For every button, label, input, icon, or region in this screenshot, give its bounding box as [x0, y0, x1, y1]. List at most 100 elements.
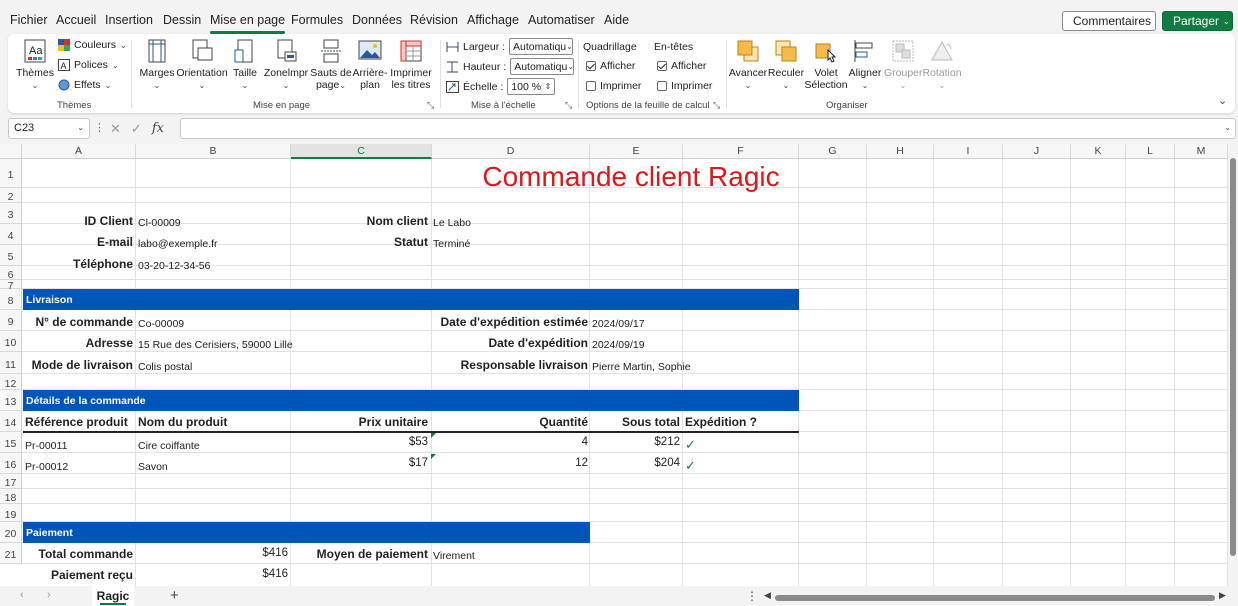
dialog-launcher-icon[interactable]: ⤡ [713, 100, 720, 111]
row-header-9[interactable]: 9 [0, 310, 22, 331]
row-header-6[interactable]: 6 [0, 266, 22, 281]
row-header-16[interactable]: 16 [0, 453, 22, 474]
col-header-ref[interactable]: Référence produit [25, 415, 128, 429]
column-header-m[interactable]: M [1175, 144, 1228, 159]
cancel-icon[interactable]: ✕ [110, 121, 121, 137]
column-header-e[interactable]: E [590, 144, 683, 159]
prev-sheet-icon[interactable]: ‹ [20, 589, 24, 601]
row-header-10[interactable]: 10 [0, 331, 22, 352]
dialog-launcher-icon[interactable]: ⤡ [427, 100, 434, 111]
column-header-d[interactable]: D [432, 144, 590, 159]
row-header-20[interactable]: 20 [0, 522, 22, 543]
row-header-4[interactable]: 4 [0, 224, 22, 245]
item-2-ref[interactable]: Pr-00012 [25, 461, 68, 473]
column-header-l[interactable]: L [1126, 144, 1175, 159]
row-header-14[interactable]: 14 [0, 411, 22, 432]
section-header-details[interactable]: Détails de la commande [23, 390, 799, 411]
row-header-8[interactable]: 8 [0, 289, 22, 310]
column-header-c[interactable]: C [291, 144, 432, 159]
background-button[interactable]: Arrière-plan [352, 38, 388, 91]
selection-pane-button[interactable]: Volet Sélection [804, 38, 848, 91]
scroll-right-icon[interactable]: ▶ [1219, 590, 1226, 601]
row-header-7[interactable]: 7 [0, 280, 22, 291]
order-total-value[interactable]: $416 [138, 547, 288, 559]
comments-button[interactable]: Commentaires [1062, 11, 1156, 31]
tab-dessin[interactable]: Dessin [163, 13, 201, 27]
row-header-5[interactable]: 5 [0, 245, 22, 266]
margins-button[interactable]: Marges ⌄ [139, 38, 175, 92]
row-header-2[interactable]: 2 [0, 188, 22, 203]
email-value[interactable]: labo@exemple.fr [138, 238, 218, 250]
tab-revision[interactable]: Révision [410, 13, 458, 27]
payment-method-label[interactable]: Moyen de paiement [292, 547, 428, 561]
item-1-price[interactable]: $53 [292, 436, 428, 448]
rotate-button[interactable]: Rotation ⌄ [922, 38, 962, 92]
tab-aide[interactable]: Aide [604, 13, 629, 27]
bring-forward-button[interactable]: Avancer ⌄ [728, 38, 768, 92]
ship-date-label[interactable]: Date d'expédition [432, 336, 588, 350]
column-header-g[interactable]: G [799, 144, 867, 159]
delivery-manager-value[interactable]: Pierre Martin, Sophie [592, 361, 691, 373]
height-select[interactable]: Automatiqu ⌄ [510, 58, 575, 75]
item-2-subtotal[interactable]: $204 [590, 457, 680, 469]
group-objects-button[interactable]: Grouper ⌄ [884, 38, 923, 92]
tab-insertion[interactable]: Insertion [105, 13, 153, 27]
headings-print-checkbox[interactable]: Imprimer [657, 80, 712, 92]
delivery-mode-value[interactable]: Colis postal [138, 361, 192, 373]
phone-label[interactable]: Téléphone [23, 257, 133, 271]
payment-method-value[interactable]: Virement [433, 550, 475, 562]
item-2-name[interactable]: Savon [138, 461, 168, 473]
col-header-qty[interactable]: Quantité [432, 415, 588, 429]
col-header-name[interactable]: Nom du produit [138, 415, 227, 429]
client-name-value[interactable]: Le Labo [433, 217, 471, 229]
tab-accueil[interactable]: Accueil [56, 13, 96, 27]
address-value[interactable]: 15 Rue des Cerisiers, 59000 Lille [138, 339, 293, 351]
est-ship-date-label[interactable]: Date d'expédition estimée [432, 315, 588, 329]
headings-view-checkbox[interactable]: Afficher [657, 60, 706, 72]
tab-formules[interactable]: Formules [291, 13, 343, 27]
tab-automatiser[interactable]: Automatiser [528, 13, 595, 27]
name-box[interactable]: C23 ⌄ [8, 118, 90, 139]
email-label[interactable]: E-mail [23, 235, 133, 249]
print-area-button[interactable]: Zonelmpr ⌄ [263, 38, 309, 92]
row-header-12[interactable]: 12 [0, 374, 22, 390]
payment-received-value[interactable]: $416 [138, 568, 288, 580]
add-sheet-icon[interactable]: + [170, 587, 179, 604]
print-titles-button[interactable]: Imprimer les titres [389, 38, 433, 91]
client-id-value[interactable]: Cl-00009 [138, 217, 181, 229]
row-header-15[interactable]: 15 [0, 432, 22, 453]
next-sheet-icon[interactable]: › [47, 589, 51, 601]
gridlines-view-checkbox[interactable]: Afficher [586, 60, 635, 72]
scroll-left-icon[interactable]: ◀ [764, 590, 771, 601]
share-button[interactable]: Partager ⌄ [1162, 11, 1233, 31]
column-header-h[interactable]: H [867, 144, 934, 159]
worksheet-grid[interactable]: ABCDEFGHIJKLM 1 2 3 4 5 6 7 8 9 10 11 12 13 14 15 16 17 1… [0, 144, 1238, 586]
phone-value[interactable]: 03-20-12-34-56 [138, 260, 210, 272]
align-button[interactable]: Aligner ⌄ [846, 38, 884, 92]
column-header-j[interactable]: J [1003, 144, 1071, 159]
sheet-title[interactable]: Commande client Ragic [432, 161, 830, 193]
more-options-icon[interactable]: ⋮ [746, 589, 758, 603]
dialog-launcher-icon[interactable]: ⤡ [565, 100, 572, 111]
horizontal-scroll-thumb[interactable] [775, 595, 1215, 601]
item-1-name[interactable]: Cire coiffante [138, 440, 200, 452]
order-total-label[interactable]: Total commande [23, 547, 133, 561]
order-number-label[interactable]: N° de commande [23, 315, 134, 329]
col-header-subtotal[interactable]: Sous total [590, 415, 680, 429]
breaks-button[interactable]: Sauts de page⌄ [310, 38, 352, 92]
row-header-13[interactable]: 13 [0, 390, 22, 411]
client-id-label[interactable]: ID Client [23, 214, 133, 228]
effects-button[interactable]: Effets ⌄ [58, 79, 111, 91]
insert-function-icon[interactable]: fx [152, 121, 164, 136]
gridlines-print-checkbox[interactable]: Imprimer [586, 80, 641, 92]
order-number-value[interactable]: Co-00009 [138, 318, 184, 330]
status-value[interactable]: Terminé [433, 238, 470, 250]
item-1-subtotal[interactable]: $212 [590, 436, 680, 448]
col-header-shipped[interactable]: Expédition ? [685, 415, 757, 429]
row-header-17[interactable]: 17 [0, 474, 22, 489]
sheet-tab-ragic[interactable]: Ragic [92, 586, 134, 606]
item-2-price[interactable]: $17 [292, 457, 428, 469]
tab-donnees[interactable]: Données [352, 13, 402, 27]
row-header-21[interactable]: 21 [0, 543, 22, 564]
fonts-button[interactable]: A Polices ⌄ [58, 59, 119, 71]
